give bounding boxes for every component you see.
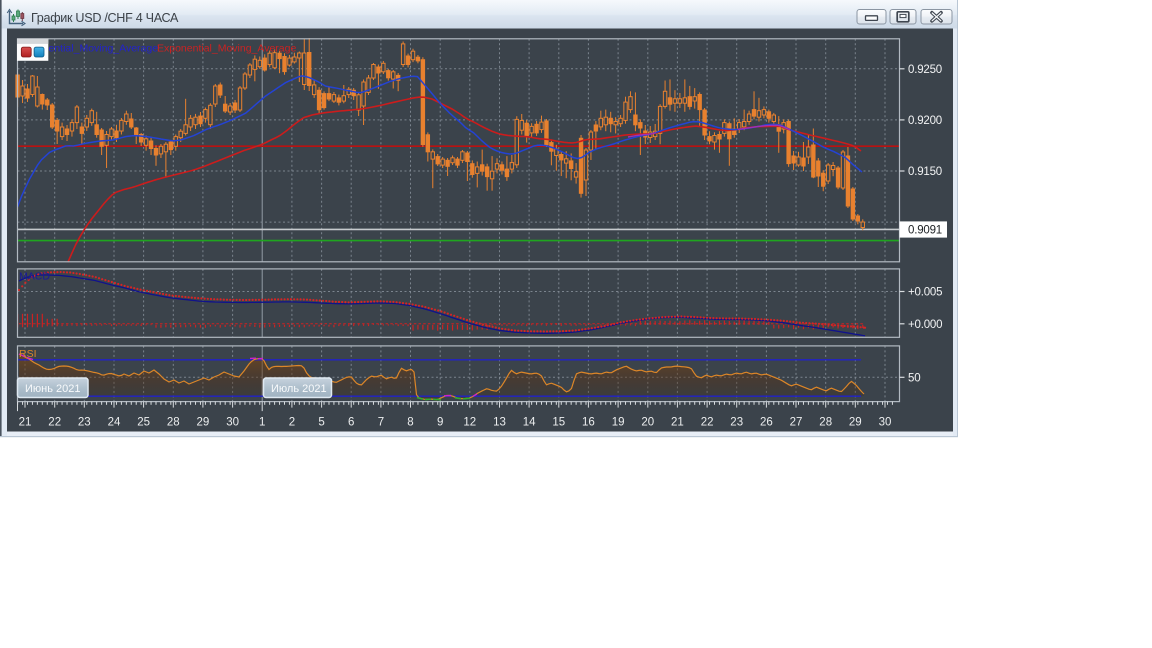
svg-text:RSI: RSI	[19, 348, 37, 360]
svg-text:24: 24	[108, 417, 121, 429]
svg-text:14: 14	[523, 417, 536, 429]
svg-text:0.9150: 0.9150	[908, 166, 942, 178]
svg-text:21: 21	[671, 417, 684, 429]
svg-text:MACD: MACD	[19, 271, 50, 283]
svg-text:21: 21	[19, 417, 32, 429]
svg-text:ential_Moving_Average: ential_Moving_Average	[49, 43, 159, 55]
svg-text:0.9091: 0.9091	[908, 225, 942, 237]
svg-text:График USD /CHF 4 ЧАСА: График USD /CHF 4 ЧАСА	[31, 11, 179, 25]
svg-text:6: 6	[348, 417, 354, 429]
svg-text:16: 16	[582, 417, 595, 429]
svg-text:13: 13	[493, 417, 506, 429]
svg-text:27: 27	[790, 417, 803, 429]
svg-text:29: 29	[849, 417, 862, 429]
svg-text:25: 25	[137, 417, 150, 429]
svg-text:22: 22	[48, 417, 61, 429]
svg-text:1: 1	[259, 417, 265, 429]
svg-text:23: 23	[730, 417, 743, 429]
svg-text:19: 19	[612, 417, 625, 429]
svg-text:5: 5	[318, 417, 324, 429]
svg-text:+0.000: +0.000	[908, 319, 942, 331]
svg-text:0.9250: 0.9250	[908, 64, 942, 76]
svg-text:26: 26	[760, 417, 773, 429]
svg-text:28: 28	[167, 417, 180, 429]
svg-text:30: 30	[879, 417, 892, 429]
svg-text:Июнь 2021: Июнь 2021	[25, 383, 81, 395]
svg-text:8: 8	[407, 417, 413, 429]
svg-text:15: 15	[552, 417, 565, 429]
svg-text:9: 9	[437, 417, 443, 429]
svg-text:29: 29	[197, 417, 210, 429]
svg-text:28: 28	[819, 417, 832, 429]
svg-text:Июль 2021: Июль 2021	[271, 383, 327, 395]
svg-text:0.9200: 0.9200	[908, 115, 942, 127]
svg-text:12: 12	[463, 417, 476, 429]
svg-text:30: 30	[226, 417, 239, 429]
svg-text:Exponential_Moving_Average: Exponential_Moving_Average	[157, 43, 296, 55]
svg-text:23: 23	[78, 417, 91, 429]
svg-text:50: 50	[908, 372, 920, 384]
svg-text:22: 22	[701, 417, 714, 429]
svg-text:+0.005: +0.005	[908, 287, 942, 299]
svg-text:2: 2	[289, 417, 295, 429]
svg-text:7: 7	[378, 417, 384, 429]
svg-text:20: 20	[641, 417, 654, 429]
